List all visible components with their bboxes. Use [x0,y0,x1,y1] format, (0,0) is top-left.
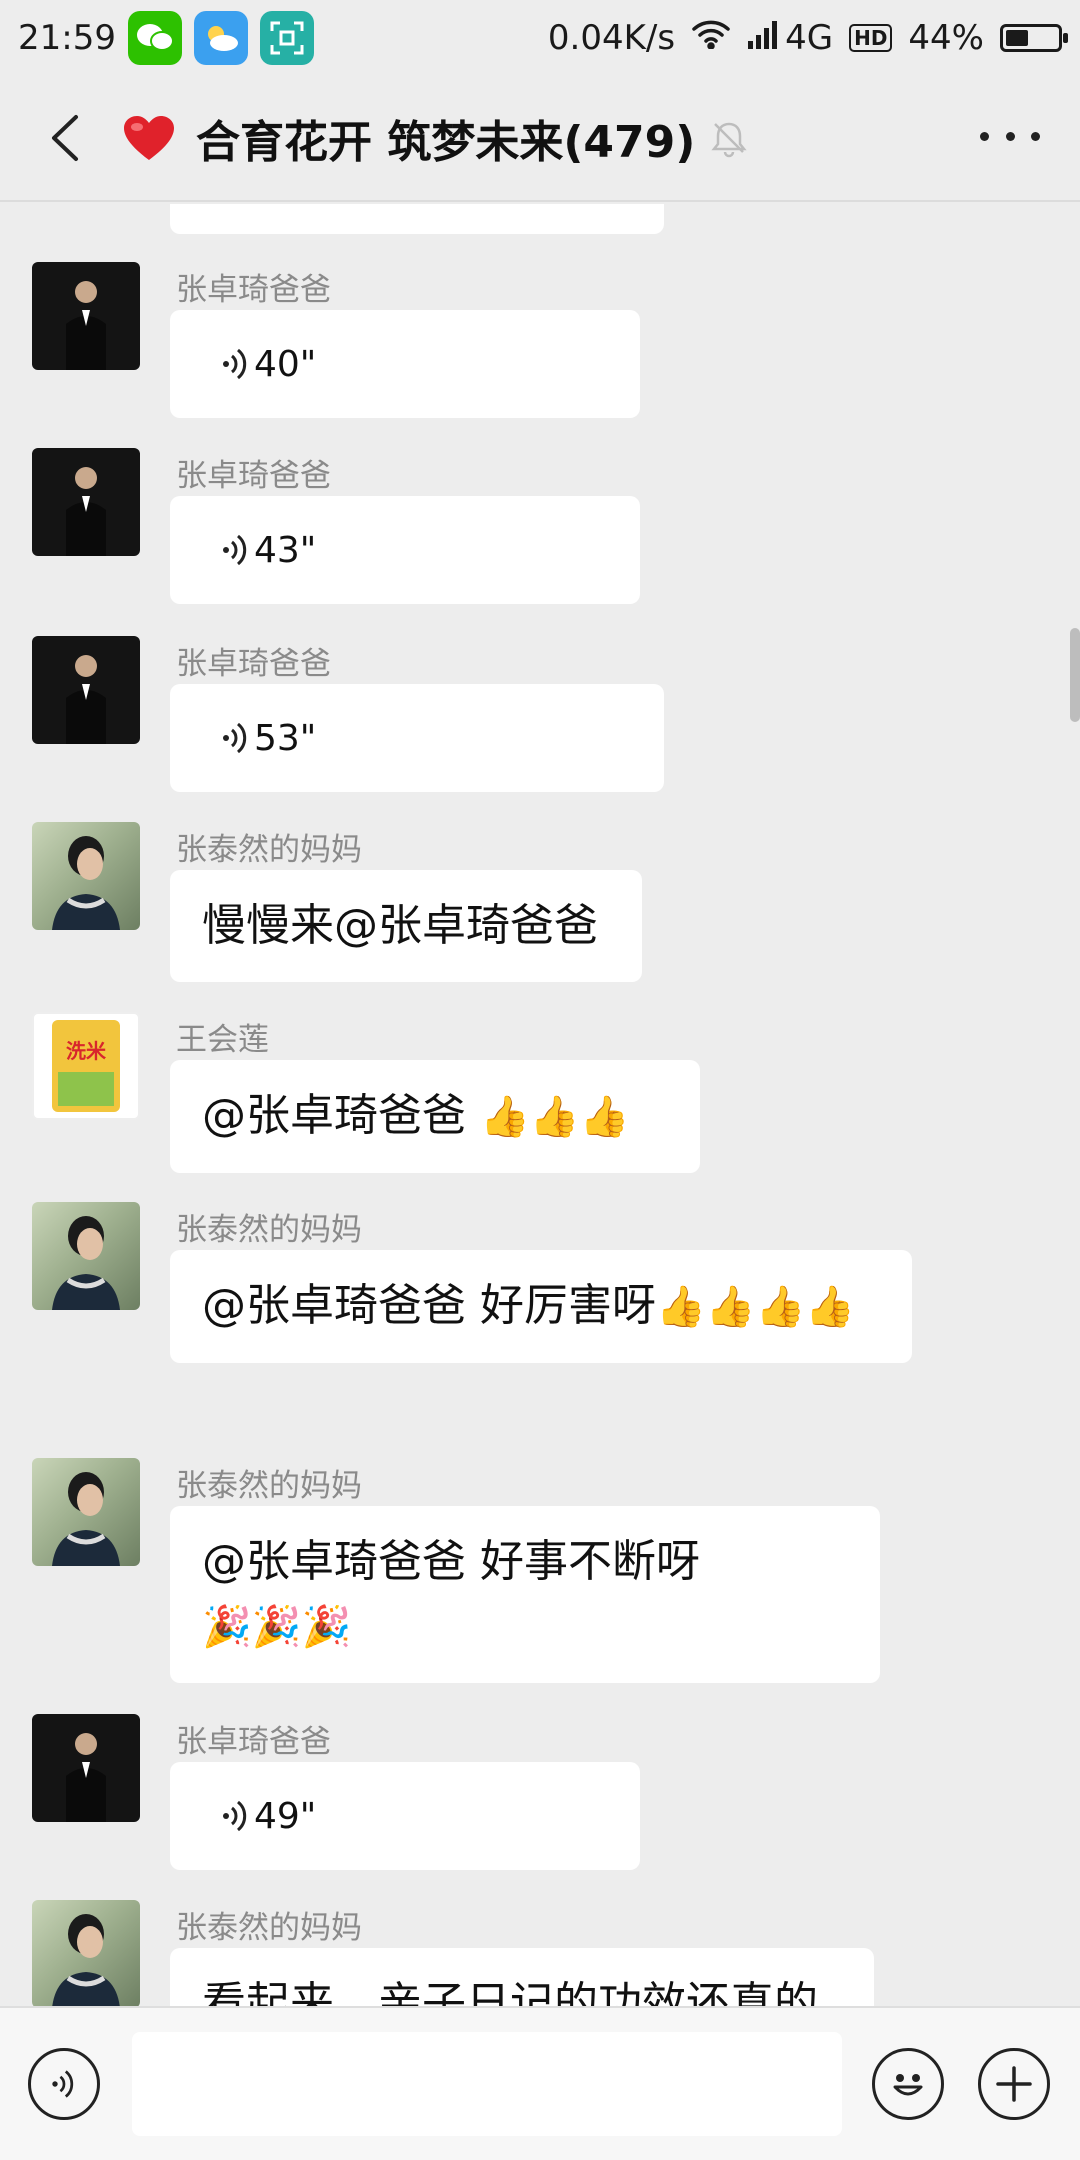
wechat-icon [127,11,182,65]
scan-icon [259,11,314,65]
voice-wave-icon [223,348,247,380]
emoji-button[interactable] [872,2048,944,2120]
thumbs-up-emoji: 👍👍👍👍 [656,1284,856,1330]
text-message-bubble[interactable]: @张卓琦爸爸 好事不断呀 🎉🎉🎉 [170,1506,880,1683]
weather-icon [193,11,248,65]
bell-off-icon [711,122,747,158]
voice-message-bubble[interactable]: 53" [170,684,664,792]
voice-message-bubble[interactable]: 43" [170,496,640,604]
battery-percent: 44% [908,18,984,58]
sender-name: 张卓琦爸爸 [176,1724,331,1760]
sender-name: 张泰然的妈妈 [176,832,362,868]
more-dots-icon [980,131,989,141]
scrollbar[interactable] [1070,628,1080,722]
text-message-bubble[interactable]: @张卓琦爸爸 👍👍👍 [170,1060,700,1173]
status-bar: 21:59 0.04K/s 4G HD 44% [0,0,1080,76]
party-popper-emoji: 🎉🎉🎉 [202,1604,352,1650]
sender-name: 张卓琦爸爸 [176,646,331,682]
avatar[interactable] [32,822,140,930]
text-message-bubble[interactable]: 慢慢来@张卓琦爸爸 [170,870,642,982]
hd-badge: HD [849,24,893,52]
sender-name: 张卓琦爸爸 [176,458,331,494]
input-bar [0,2006,1080,2160]
signal-icon [747,18,781,58]
message-text: 看起来，亲子日记的功效还真的不 [202,1978,818,2006]
sender-name: 张泰然的妈妈 [176,1212,362,1248]
voice-input-icon [52,2070,74,2098]
status-time: 21:59 [18,18,116,58]
voice-duration: 40" [254,343,317,385]
sender-name: 张泰然的妈妈 [176,1910,362,1946]
sender-name: 张泰然的妈妈 [176,1468,362,1504]
page-title[interactable]: 合育花开 筑梦未来(479) [196,106,695,170]
more-functions-button[interactable] [978,2048,1050,2120]
battery-icon [1000,24,1068,52]
text-message-bubble[interactable]: 看起来，亲子日记的功效还真的不 [170,1948,874,2006]
sender-name: 张卓琦爸爸 [176,272,331,308]
voice-message-bubble[interactable]: 40" [170,310,640,418]
voice-message-bubble[interactable]: 49" [170,1762,640,1870]
sender-name: 王会莲 [176,1022,269,1058]
thumbs-up-emoji: 👍👍👍 [480,1094,630,1140]
network-type: 4G [785,18,834,58]
plus-icon [996,2066,1032,2102]
message-text: 慢慢来@张卓琦爸爸 [202,900,598,951]
voice-input-button[interactable] [28,2048,100,2120]
avatar[interactable] [32,636,140,744]
avatar[interactable] [32,1900,140,2006]
chat-header: 合育花开 筑梦未来(479) [0,76,1080,202]
message-text: @张卓琦爸爸 好厉害呀 [202,1280,656,1331]
svg-text:洗米: 洗米 [66,1040,107,1063]
voice-wave-icon [223,534,247,566]
chevron-left-icon [52,115,78,161]
voice-wave-icon [223,1800,247,1832]
voice-wave-icon [223,722,247,754]
text-message-bubble[interactable]: @张卓琦爸爸 好厉害呀👍👍👍👍 [170,1250,912,1363]
smiley-icon [893,2074,923,2096]
avatar[interactable] [32,1458,140,1566]
avatar[interactable]: 洗米 [32,1012,140,1120]
wifi-icon [691,18,731,58]
avatar[interactable] [32,1202,140,1310]
avatar[interactable] [32,448,140,556]
more-options-button[interactable] [980,116,1040,156]
voice-duration: 53" [254,717,317,759]
voice-duration: 49" [254,1795,317,1837]
network-speed: 0.04K/s [547,18,676,58]
message-text: @张卓琦爸爸 [202,1090,480,1141]
back-button[interactable] [20,93,110,183]
message-list[interactable]: 张卓琦爸爸 40" 张卓琦爸爸 43" 张卓琦爸爸 53" 张泰然的妈妈 慢慢来… [0,204,1080,2006]
message-text: @张卓琦爸爸 好事不断呀 [202,1536,700,1587]
avatar[interactable] [32,262,140,370]
heart-emoji [118,107,180,169]
avatar[interactable] [32,1714,140,1822]
partial-message-bubble[interactable] [170,204,664,234]
voice-duration: 43" [254,529,317,571]
message-input[interactable] [132,2032,842,2136]
